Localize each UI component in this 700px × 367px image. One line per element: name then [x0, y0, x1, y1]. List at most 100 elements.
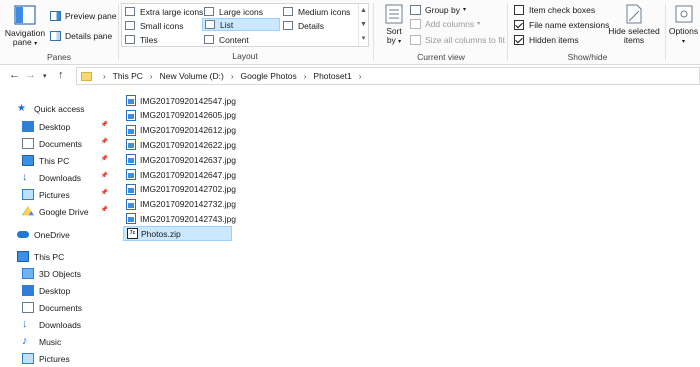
- nav-this-pc-item[interactable]: Desktop: [0, 282, 113, 299]
- recent-locations-chevron-icon[interactable]: ▾: [43, 72, 47, 80]
- hide-selected-items-button[interactable]: Hide selected items: [607, 4, 661, 45]
- pin-icon[interactable]: 📌: [101, 121, 108, 128]
- breadcrumb-item[interactable]: This PC: [113, 71, 143, 81]
- hidden-items-toggle[interactable]: Hidden items: [514, 33, 579, 46]
- sort-by-button[interactable]: Sort by ▾: [380, 4, 408, 47]
- extra-large-icons-icon: [125, 7, 135, 16]
- nav-quick-access-item[interactable]: Documents 📌: [0, 135, 113, 152]
- breadcrumb-item[interactable]: Photoset1: [313, 71, 351, 81]
- back-arrow-icon[interactable]: ←: [9, 69, 20, 81]
- hidden-items-checkbox[interactable]: [514, 34, 524, 45]
- breadcrumb: This PC › New Volume (D:) › Google Photos › Ph…: [113, 71, 369, 81]
- forward-arrow-icon[interactable]: →: [25, 69, 36, 81]
- file-item[interactable]: IMG20170920142612.jpg: [123, 123, 236, 138]
- nav-this-pc-item[interactable]: ↓ Downloads: [0, 316, 113, 333]
- pin-icon[interactable]: 📌: [101, 206, 108, 213]
- folder-icon: [81, 71, 92, 81]
- size-all-columns-button[interactable]: Size all columns to fit: [410, 33, 505, 46]
- file-item[interactable]: IMG20170920142622.jpg: [123, 137, 236, 152]
- sort-by-icon: [385, 4, 403, 24]
- file-item[interactable]: IMG20170920142702.jpg: [123, 182, 236, 197]
- breadcrumb-item[interactable]: New Volume (D:): [160, 71, 224, 81]
- pin-icon[interactable]: 📌: [101, 172, 108, 179]
- group-by-button[interactable]: Group by ▾: [410, 3, 466, 16]
- pin-icon[interactable]: 📌: [101, 189, 108, 196]
- details-pane-button[interactable]: Details pane: [50, 29, 112, 42]
- options-button[interactable]: Options ▾: [667, 4, 700, 47]
- small-icons-label: Small icons: [140, 20, 184, 31]
- gallery-scroll-down-icon[interactable]: ▼: [359, 18, 368, 32]
- desktop-icon: [22, 121, 34, 132]
- nav-item-label: Google Drive: [39, 206, 89, 217]
- file-name-extensions-checkbox[interactable]: [514, 19, 524, 30]
- image-file-icon: [126, 198, 136, 210]
- computer-icon: [22, 155, 34, 166]
- nav-quick-access-item[interactable]: Desktop 📌: [0, 118, 113, 135]
- panes-group-label: Panes: [46, 52, 72, 62]
- large-icons-icon: [204, 7, 214, 16]
- file-item[interactable]: IMG20170920142637.jpg: [123, 152, 236, 167]
- file-name: IMG20170920142702.jpg: [140, 184, 236, 195]
- breadcrumb-chevron-icon: ›: [230, 72, 234, 81]
- layout-extra-large-icons[interactable]: Extra large icons: [123, 5, 203, 18]
- layout-small-icons[interactable]: Small icons: [123, 19, 201, 32]
- item-check-boxes-toggle[interactable]: Item check boxes: [514, 3, 595, 16]
- add-columns-button[interactable]: Add columns ▾: [410, 17, 480, 30]
- nav-quick-access-item[interactable]: Google Drive 📌: [0, 203, 113, 220]
- star-icon: ★: [17, 103, 26, 114]
- gallery-expand-icon[interactable]: ▾: [359, 32, 368, 46]
- details-label: Details: [298, 20, 324, 31]
- nav-quick-access[interactable]: ★ Quick access: [0, 100, 113, 117]
- file-name-extensions-toggle[interactable]: File name extensions: [514, 18, 609, 31]
- nav-this-pc[interactable]: This PC: [0, 248, 113, 265]
- address-bar[interactable]: › This PC › New Volume (D:) › Google Photos ›…: [76, 67, 700, 85]
- layout-medium-icons[interactable]: Medium icons: [281, 5, 359, 18]
- nav-this-pc-item[interactable]: Pictures: [0, 350, 113, 367]
- nav-quick-access-item[interactable]: Pictures 📌: [0, 186, 113, 203]
- breadcrumb-chevron-icon: ›: [358, 72, 362, 81]
- file-item[interactable]: IMG20170920142647.jpg: [123, 167, 236, 182]
- up-arrow-icon[interactable]: ↑: [58, 69, 64, 81]
- nav-this-pc-item[interactable]: ♪ Music: [0, 333, 113, 350]
- file-name: IMG20170920142612.jpg: [140, 125, 236, 136]
- file-name: IMG20170920142622.jpg: [140, 139, 236, 150]
- file-item[interactable]: IMG20170920142732.jpg: [123, 197, 236, 212]
- image-file-icon: [126, 183, 136, 195]
- layout-content[interactable]: Content: [202, 33, 280, 46]
- archive-file-icon: 7z: [127, 228, 138, 240]
- navigation-pane-label-2: pane: [12, 37, 32, 47]
- gallery-scroll-up-icon[interactable]: ▲: [359, 4, 368, 18]
- tiles-icon: [125, 35, 135, 44]
- file-name: IMG20170920142547.jpg: [140, 95, 236, 106]
- image-file-icon: [126, 139, 136, 151]
- layout-tiles[interactable]: Tiles: [123, 33, 201, 46]
- nav-this-pc-item[interactable]: Documents: [0, 299, 113, 316]
- nav-item-label: This PC: [39, 155, 70, 166]
- options-icon: [675, 5, 692, 23]
- pin-icon[interactable]: 📌: [101, 138, 108, 145]
- file-item[interactable]: IMG20170920142547.jpg: [123, 93, 236, 108]
- file-name: IMG20170920142605.jpg: [140, 110, 236, 121]
- breadcrumb-item[interactable]: Google Photos: [241, 71, 297, 81]
- file-item[interactable]: 7z Photos.zip: [123, 226, 232, 242]
- file-item[interactable]: IMG20170920142605.jpg: [123, 108, 236, 123]
- file-item[interactable]: IMG20170920142743.jpg: [123, 211, 236, 226]
- nav-onedrive[interactable]: OneDrive: [0, 226, 113, 243]
- details-pane-label: Details pane: [65, 30, 113, 41]
- nav-this-pc-item[interactable]: 3D Objects: [0, 265, 113, 282]
- show-hide-group-label: Show/hide: [567, 52, 608, 62]
- list-icon: [205, 20, 215, 29]
- preview-pane-button[interactable]: Preview pane: [50, 9, 117, 22]
- item-check-boxes-checkbox[interactable]: [514, 4, 524, 15]
- navigation-pane-button[interactable]: Navigation pane ▾: [4, 4, 46, 49]
- layout-details[interactable]: Details: [281, 19, 359, 32]
- hide-selected-items-icon: [626, 4, 642, 24]
- current-view-group-label: Current view: [417, 52, 465, 62]
- pin-icon[interactable]: 📌: [101, 155, 108, 162]
- layout-list[interactable]: List: [202, 18, 280, 31]
- layout-gallery-scroller[interactable]: ▲ ▼ ▾: [358, 4, 368, 46]
- nav-quick-access-item[interactable]: ↓ Downloads 📌: [0, 169, 113, 186]
- layout-large-icons[interactable]: Large icons: [202, 5, 280, 18]
- nav-quick-access-item[interactable]: This PC 📌: [0, 152, 113, 169]
- large-icons-label: Large icons: [219, 6, 263, 17]
